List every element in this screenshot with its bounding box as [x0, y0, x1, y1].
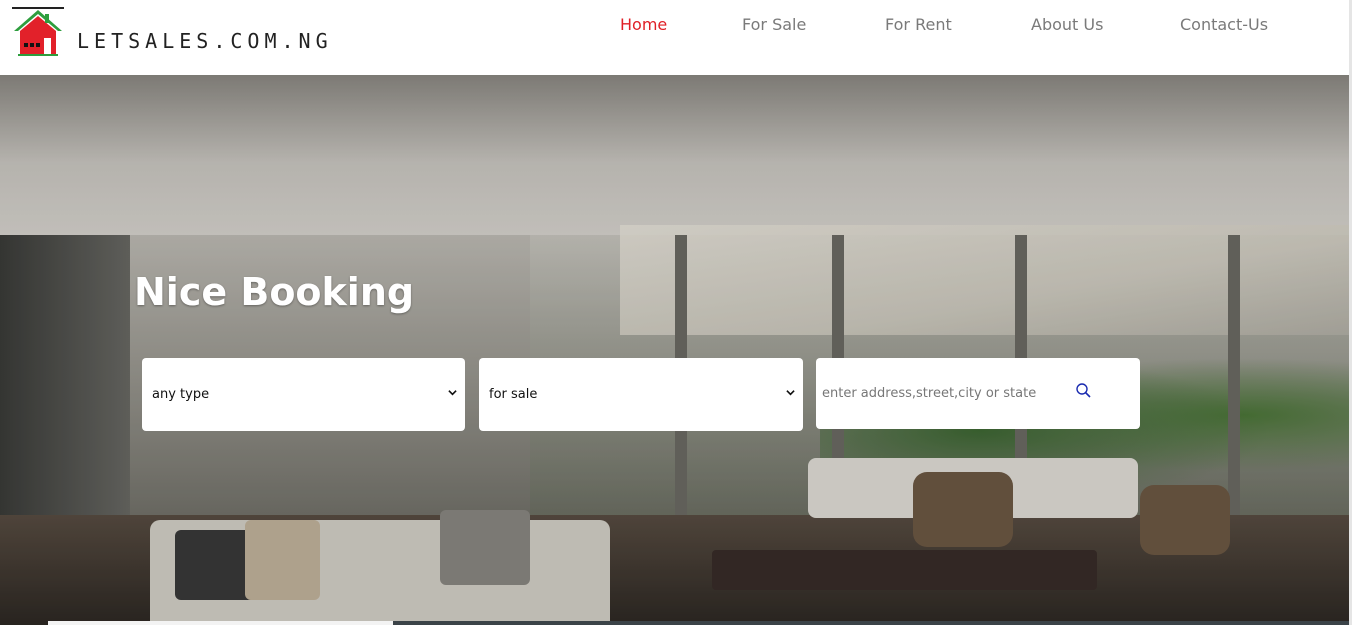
nav-home[interactable]: Home [620, 15, 667, 34]
main-nav: Home For Sale For Rent About Us Contact-… [0, 15, 1352, 39]
chevron-down-icon [786, 390, 795, 396]
listing-status-value: for sale [489, 387, 538, 402]
bottom-strip-dark [393, 621, 1350, 625]
nav-contact-us[interactable]: Contact-Us [1180, 15, 1268, 34]
hero-title: Nice Booking [134, 270, 415, 314]
hero-section: Nice Booking any type for sale [0, 75, 1350, 625]
listing-status-select[interactable]: for sale [479, 358, 803, 431]
property-type-select[interactable]: any type [142, 358, 465, 431]
bottom-strip [48, 621, 393, 625]
nav-about-us[interactable]: About Us [1031, 15, 1103, 34]
site-header: LETSALES.COM.NG Home For Sale For Rent A… [0, 0, 1352, 75]
nav-for-sale[interactable]: For Sale [742, 15, 806, 34]
nav-for-rent[interactable]: For Rent [885, 15, 952, 34]
search-button[interactable] [1074, 382, 1094, 402]
location-search-box [816, 358, 1140, 429]
chevron-down-icon [448, 390, 457, 396]
search-icon [1076, 383, 1091, 398]
property-type-value: any type [152, 387, 210, 402]
location-search-input[interactable] [822, 380, 1062, 406]
